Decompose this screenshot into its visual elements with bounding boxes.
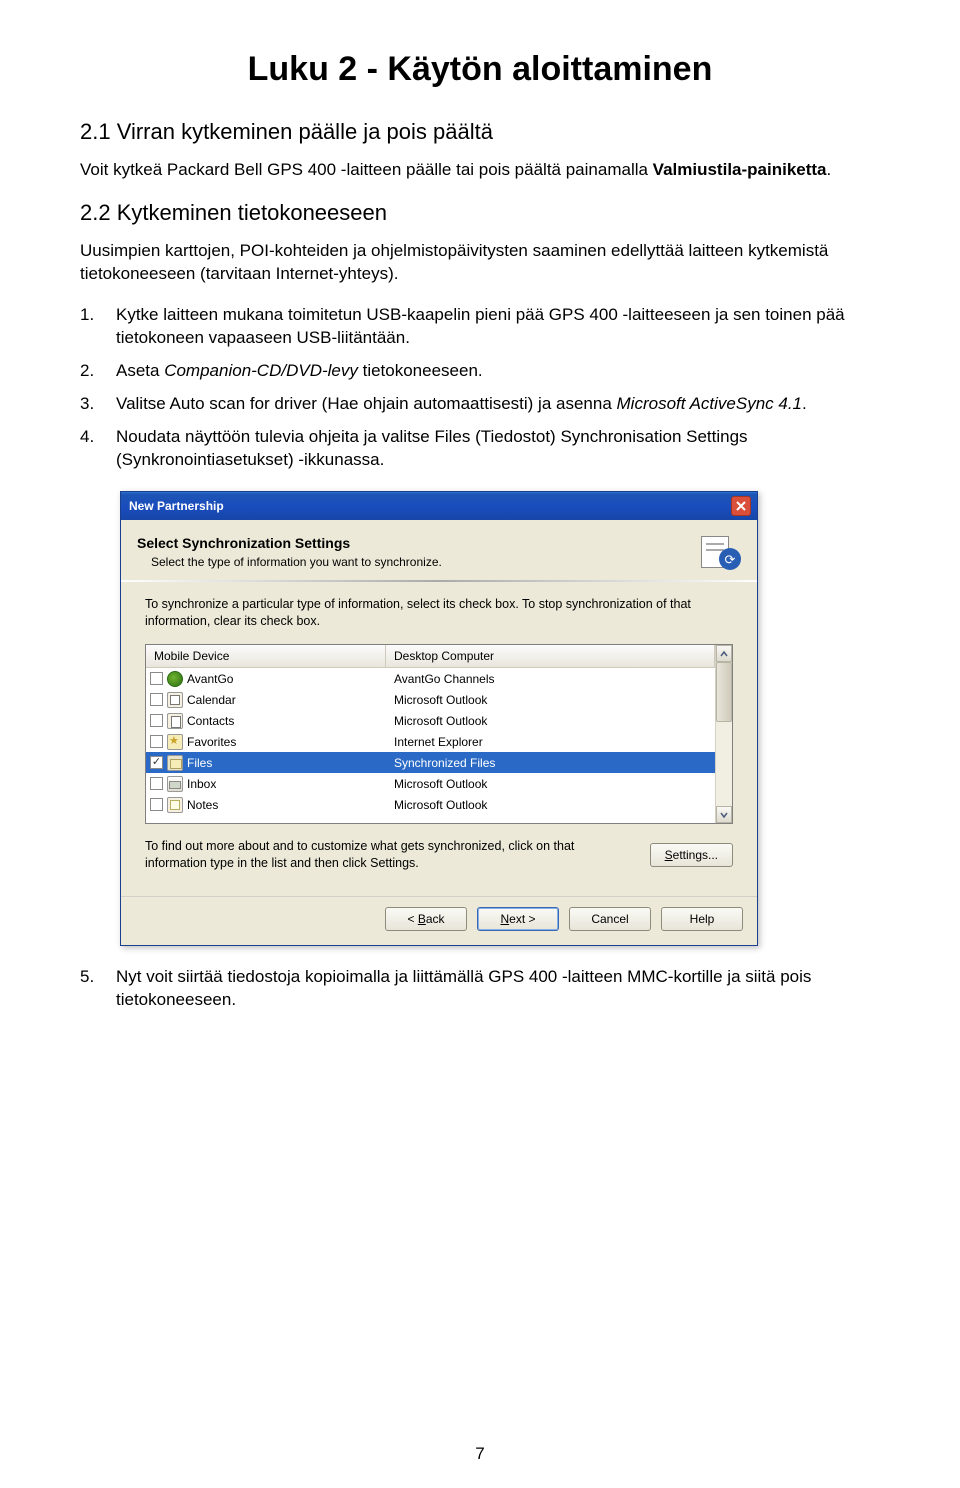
calendar-icon (167, 692, 183, 708)
row-desktop: Microsoft Outlook (386, 693, 715, 707)
section-2-2-intro: Uusimpien karttojen, POI-kohteiden ja oh… (80, 240, 880, 286)
section-2-1-body: Voit kytkeä Packard Bell GPS 400 -laitte… (80, 159, 880, 182)
text: . (827, 160, 832, 179)
steps-list-after: 5. Nyt voit siirtää tiedostoja kopioimal… (80, 966, 880, 1012)
sync-listbox[interactable]: Mobile Device Desktop Computer AvantGoAv… (145, 644, 733, 824)
list-item: 4. Noudata näyttöön tulevia ohjeita ja v… (106, 426, 880, 472)
table-row[interactable]: Calendar Microsoft Outlook (146, 689, 715, 710)
step-italic: Microsoft ActiveSync 4.1 (617, 394, 803, 413)
row-label: AvantGo (187, 672, 233, 686)
text: Voit kytkeä Packard Bell GPS 400 -laitte… (80, 160, 653, 179)
table-row[interactable]: AvantGo AvantGo Channels (146, 668, 715, 689)
row-desktop: Synchronized Files (386, 756, 715, 770)
dialog-header: Select Synchronization Settings Select t… (121, 520, 757, 580)
row-desktop: Microsoft Outlook (386, 777, 715, 791)
text-bold: Valmiustila-painiketta (653, 160, 827, 179)
step-number: 1. (80, 304, 94, 327)
row-label: Calendar (187, 693, 236, 707)
table-row[interactable]: Contacts Microsoft Outlook (146, 710, 715, 731)
titlebar[interactable]: New Partnership (121, 492, 757, 520)
step-text: tietokoneeseen. (358, 361, 483, 380)
column-header[interactable]: Mobile Device (146, 645, 386, 667)
dialog-header-sub: Select the type of information you want … (137, 555, 689, 569)
table-row[interactable]: Inbox Microsoft Outlook (146, 773, 715, 794)
dialog-body: Select Synchronization Settings Select t… (121, 520, 757, 945)
inbox-icon (167, 776, 183, 792)
dialog-header-title: Select Synchronization Settings (137, 535, 689, 551)
scroll-up-button[interactable] (716, 645, 732, 662)
column-header[interactable]: Desktop Computer (386, 645, 715, 667)
table-row[interactable]: Favorites Internet Explorer (146, 731, 715, 752)
step-text: Aseta (116, 361, 164, 380)
settings-text: To find out more about and to customize … (145, 838, 632, 872)
section-2-1-title: 2.1 Virran kytkeminen päälle ja pois pää… (80, 119, 880, 145)
list-item: 2. Aseta Companion-CD/DVD-levy tietokone… (106, 360, 880, 383)
step-italic: Companion-CD/DVD-levy (164, 361, 358, 380)
steps-list: 1. Kytke laitteen mukana toimitetun USB-… (80, 304, 880, 472)
row-label: Notes (187, 798, 218, 812)
divider (121, 580, 757, 582)
back-button[interactable]: < Back (385, 907, 467, 931)
settings-button[interactable]: Settings... (650, 843, 733, 867)
step-number: 4. (80, 426, 94, 449)
row-desktop: Microsoft Outlook (386, 714, 715, 728)
chapter-title: Luku 2 - Käytön aloittaminen (80, 50, 880, 89)
row-label: Favorites (187, 735, 236, 749)
table-row[interactable]: Notes Microsoft Outlook (146, 794, 715, 815)
settings-row: To find out more about and to customize … (145, 838, 733, 872)
row-label: Files (187, 756, 212, 770)
section-2-2-title: 2.2 Kytkeminen tietokoneeseen (80, 200, 880, 226)
checkbox[interactable] (150, 693, 163, 706)
step-text: . (802, 394, 807, 413)
list-item: 1. Kytke laitteen mukana toimitetun USB-… (106, 304, 880, 350)
sync-doc-icon: ⟳ (697, 534, 741, 570)
window-title: New Partnership (129, 499, 224, 513)
favorites-icon (167, 734, 183, 750)
scroll-down-button[interactable] (716, 806, 732, 823)
checkbox[interactable] (150, 735, 163, 748)
new-partnership-dialog: New Partnership Select Synchronization S… (120, 491, 758, 946)
step-text: Nyt voit siirtää tiedostoja kopioimalla … (116, 967, 811, 1009)
close-icon (736, 501, 746, 511)
row-desktop: Microsoft Outlook (386, 798, 715, 812)
table-row[interactable]: Files Synchronized Files (146, 752, 715, 773)
next-button[interactable]: Next > (477, 907, 559, 931)
checkbox[interactable] (150, 777, 163, 790)
listbox-header: Mobile Device Desktop Computer (146, 645, 715, 668)
step-number: 2. (80, 360, 94, 383)
step-text: Noudata näyttöön tulevia ohjeita ja vali… (116, 427, 748, 469)
dialog-info-text: To synchronize a particular type of info… (145, 596, 733, 630)
contacts-icon (167, 713, 183, 729)
row-desktop: AvantGo Channels (386, 672, 715, 686)
scroll-track[interactable] (716, 722, 732, 806)
checkbox[interactable] (150, 714, 163, 727)
files-icon (167, 755, 183, 771)
scroll-thumb[interactable] (716, 662, 732, 722)
step-text: Kytke laitteen mukana toimitetun USB-kaa… (116, 305, 845, 347)
scrollbar[interactable] (715, 645, 732, 823)
list-item: 3. Valitse Auto scan for driver (Hae ohj… (106, 393, 880, 416)
chevron-down-icon (720, 811, 728, 819)
chevron-up-icon (720, 650, 728, 658)
help-button[interactable]: Help (661, 907, 743, 931)
checkbox[interactable] (150, 756, 163, 769)
row-label: Inbox (187, 777, 216, 791)
checkbox[interactable] (150, 798, 163, 811)
row-desktop: Internet Explorer (386, 735, 715, 749)
dialog-footer: < Back Next > Cancel Help (121, 896, 757, 945)
step-number: 3. (80, 393, 94, 416)
close-button[interactable] (731, 496, 751, 516)
step-text: Valitse Auto scan for driver (Hae ohjain… (116, 394, 617, 413)
cancel-button[interactable]: Cancel (569, 907, 651, 931)
row-label: Contacts (187, 714, 234, 728)
page-number: 7 (0, 1444, 960, 1464)
list-item: 5. Nyt voit siirtää tiedostoja kopioimal… (106, 966, 880, 1012)
checkbox[interactable] (150, 672, 163, 685)
step-number: 5. (80, 966, 94, 989)
avantgo-icon (167, 671, 183, 687)
notes-icon (167, 797, 183, 813)
